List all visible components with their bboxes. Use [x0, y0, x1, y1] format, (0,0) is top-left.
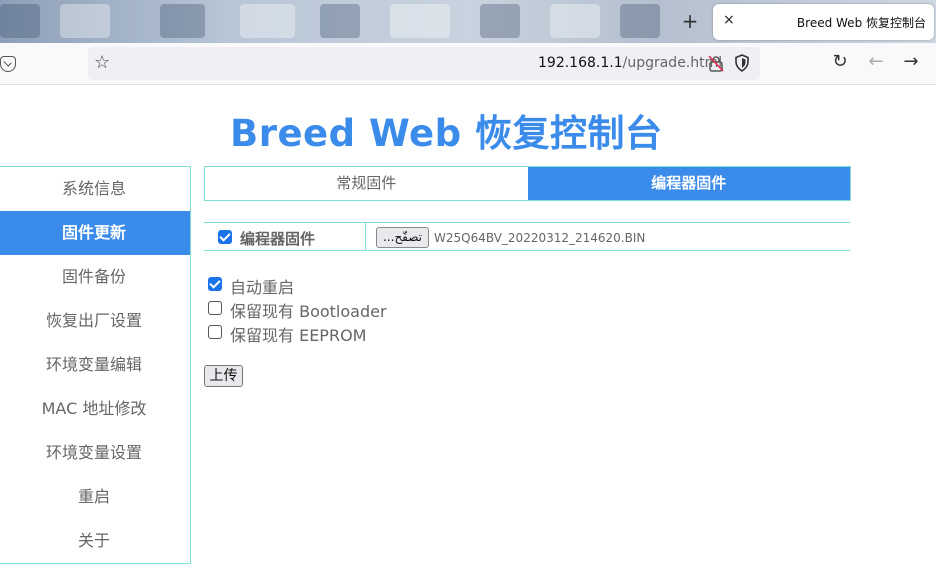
option-label: 自动重启 [230, 278, 295, 297]
tab-title: Breed Web 恢复控制台 [796, 16, 926, 30]
firmware-file-row: 编程器固件 ...تصفّح W25Q64BV_20220312_214620.… [204, 222, 850, 251]
background-tab-thumb[interactable] [550, 4, 600, 38]
browse-file-button[interactable]: ...تصفّح [376, 227, 429, 248]
firmware-label: 编程器固件 [240, 230, 316, 248]
background-tab-thumb[interactable] [0, 4, 40, 38]
active-browser-tab[interactable]: × Breed Web 恢复控制台 [713, 4, 934, 40]
sidebar-item-env-edit[interactable]: 环境变量编辑 [0, 343, 190, 387]
forward-icon[interactable]: → [901, 52, 921, 72]
browser-tab-strip: + × Breed Web 恢复控制台 [0, 0, 936, 43]
sidebar-item-env-settings[interactable]: 环境变量设置 [0, 431, 190, 475]
back-icon[interactable]: ← [866, 52, 886, 72]
pocket-icon[interactable] [0, 56, 16, 72]
background-tab-thumb[interactable] [390, 4, 450, 38]
url-text[interactable]: 192.168.1.1/upgrade.html [538, 55, 722, 71]
bookmark-star-icon[interactable]: ☆ [94, 52, 110, 73]
upload-button[interactable]: 上传 [204, 365, 243, 387]
sidebar-item-firmware-update[interactable]: 固件更新 [0, 211, 190, 255]
firmware-type-tabs: 常规固件 编程器固件 [204, 166, 851, 201]
selected-filename: W25Q64BV_20220312_214620.BIN [434, 231, 646, 245]
background-tab-thumb[interactable] [240, 4, 295, 38]
option-label: 保留现有 Bootloader [230, 302, 387, 321]
firmware-checkbox[interactable] [218, 230, 232, 244]
insecure-lock-icon[interactable] [708, 55, 724, 72]
background-tab-thumb[interactable] [620, 4, 660, 38]
close-tab-icon[interactable]: × [723, 12, 735, 28]
keep-eeprom-checkbox[interactable] [208, 325, 222, 339]
sidebar-item-mac-address[interactable]: MAC 地址修改 [0, 387, 190, 431]
sidebar-item-factory-reset[interactable]: 恢复出厂设置 [0, 299, 190, 343]
sidebar: 系统信息 固件更新 固件备份 恢复出厂设置 环境变量编辑 MAC 地址修改 环境… [0, 166, 191, 564]
firmware-label-cell: 编程器固件 [204, 223, 366, 250]
sidebar-item-firmware-backup[interactable]: 固件备份 [0, 255, 190, 299]
page-title: Breed Web 恢复控制台 [230, 112, 663, 155]
sidebar-item-reboot[interactable]: 重启 [0, 475, 190, 519]
url-bar[interactable]: ☆ 192.168.1.1/upgrade.html [88, 47, 760, 80]
background-tab-thumb[interactable] [480, 4, 520, 38]
new-tab-button[interactable]: + [679, 10, 701, 32]
background-tab-thumb[interactable] [320, 4, 360, 38]
sidebar-item-about[interactable]: 关于 [0, 519, 190, 563]
option-label: 保留现有 EEPROM [230, 326, 367, 345]
sidebar-item-system-info[interactable]: 系统信息 [0, 167, 190, 211]
auto-reboot-checkbox[interactable] [208, 277, 222, 291]
browser-navbar: ☆ 192.168.1.1/upgrade.html [0, 43, 936, 85]
tab-regular-firmware[interactable]: 常规固件 [205, 167, 528, 200]
background-tab-thumb[interactable] [60, 4, 110, 38]
tab-programmer-firmware[interactable]: 编程器固件 [527, 167, 850, 200]
shield-icon[interactable] [734, 54, 750, 72]
background-tab-thumb[interactable] [160, 4, 205, 38]
reload-icon[interactable]: ↻ [830, 52, 850, 72]
keep-bootloader-checkbox[interactable] [208, 301, 222, 315]
